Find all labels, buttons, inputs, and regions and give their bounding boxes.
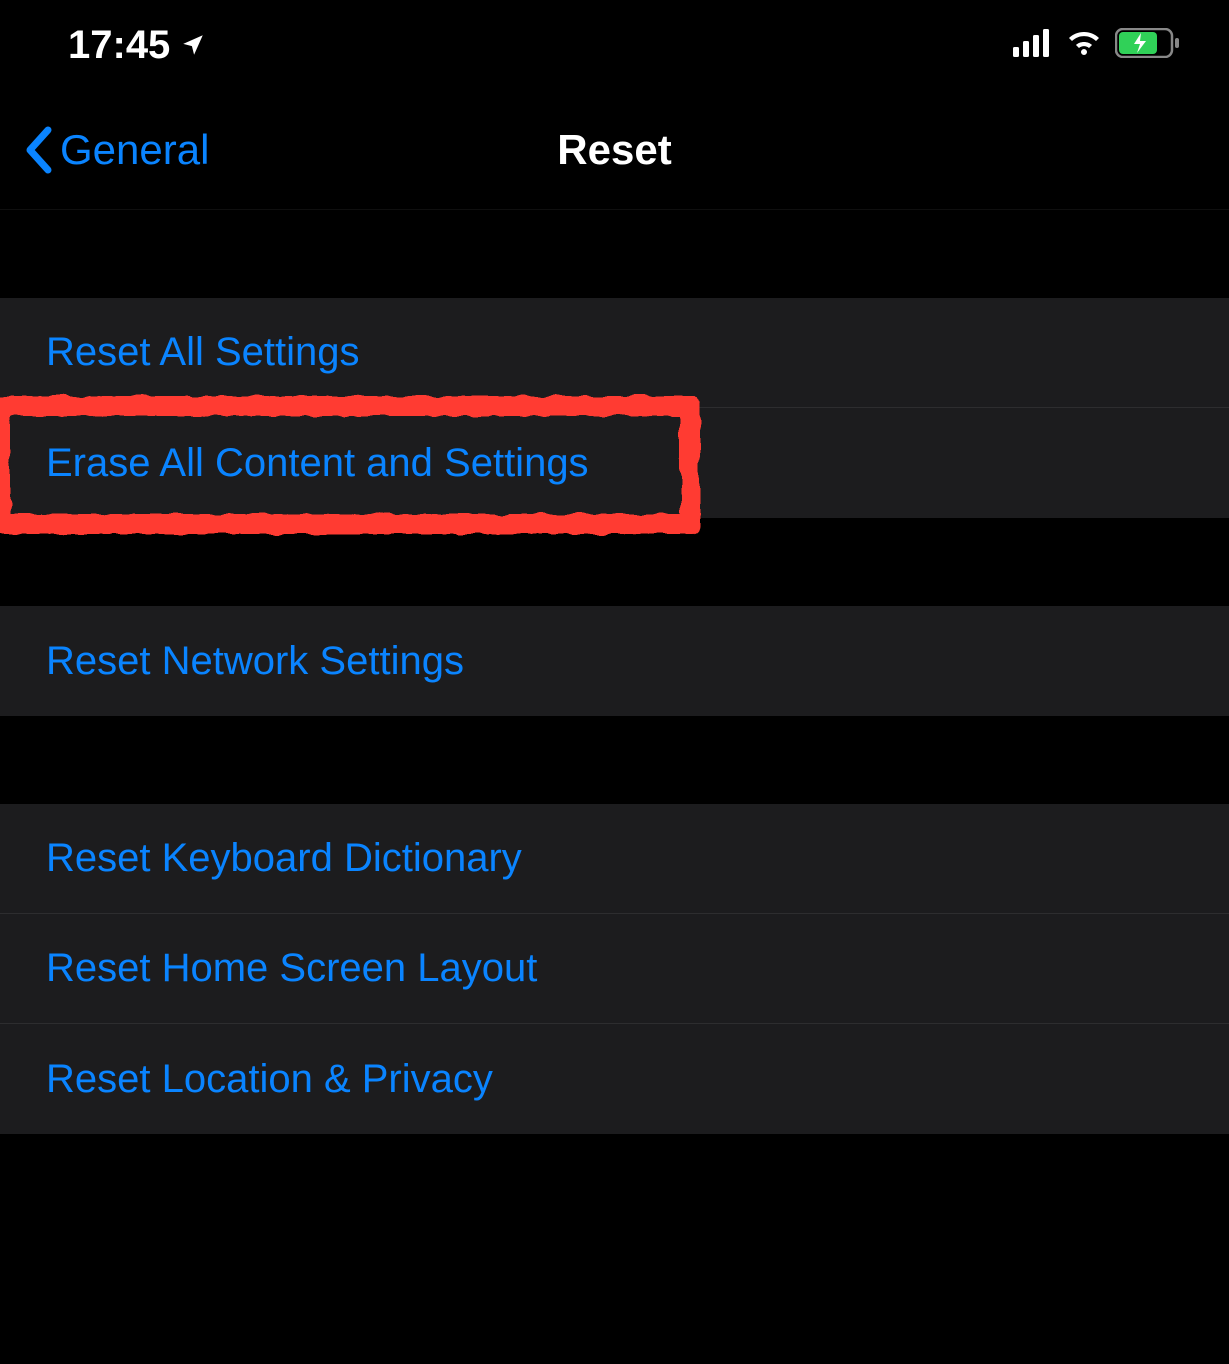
status-time: 17:45: [68, 23, 170, 68]
reset-keyboard-dictionary-button[interactable]: Reset Keyboard Dictionary: [0, 804, 1229, 914]
location-icon: [180, 32, 206, 58]
list-item-label: Reset Location & Privacy: [46, 1057, 493, 1102]
back-button[interactable]: General: [24, 126, 209, 174]
list-item-label: Reset Keyboard Dictionary: [46, 836, 522, 881]
chevron-left-icon: [24, 126, 54, 174]
reset-all-settings-button[interactable]: Reset All Settings: [0, 298, 1229, 408]
list-group-2: Reset Network Settings: [0, 606, 1229, 716]
status-right: [1013, 28, 1181, 63]
battery-icon: [1115, 28, 1181, 63]
status-bar: 17:45: [0, 0, 1229, 90]
reset-network-settings-button[interactable]: Reset Network Settings: [0, 606, 1229, 716]
reset-home-screen-layout-button[interactable]: Reset Home Screen Layout: [0, 914, 1229, 1024]
status-left: 17:45: [68, 23, 206, 68]
reset-location-and-privacy-button[interactable]: Reset Location & Privacy: [0, 1024, 1229, 1134]
page-title: Reset: [557, 126, 671, 174]
list-item-label: Reset All Settings: [46, 330, 360, 375]
list-item-label: Reset Network Settings: [46, 639, 464, 684]
wifi-icon: [1065, 29, 1103, 62]
navigation-bar: General Reset: [0, 90, 1229, 210]
list-item-label: Erase All Content and Settings: [46, 441, 589, 486]
back-label: General: [60, 126, 209, 174]
list-group-3: Reset Keyboard Dictionary Reset Home Scr…: [0, 804, 1229, 1134]
cellular-icon: [1013, 29, 1053, 62]
section-gap: [0, 210, 1229, 298]
section-gap: [0, 716, 1229, 804]
list-item-label: Reset Home Screen Layout: [46, 946, 537, 991]
list-group-1: Reset All Settings Erase All Content and…: [0, 298, 1229, 518]
content: Reset All Settings Erase All Content and…: [0, 210, 1229, 1134]
section-gap: [0, 518, 1229, 606]
erase-all-content-and-settings-button[interactable]: Erase All Content and Settings: [0, 408, 1229, 518]
